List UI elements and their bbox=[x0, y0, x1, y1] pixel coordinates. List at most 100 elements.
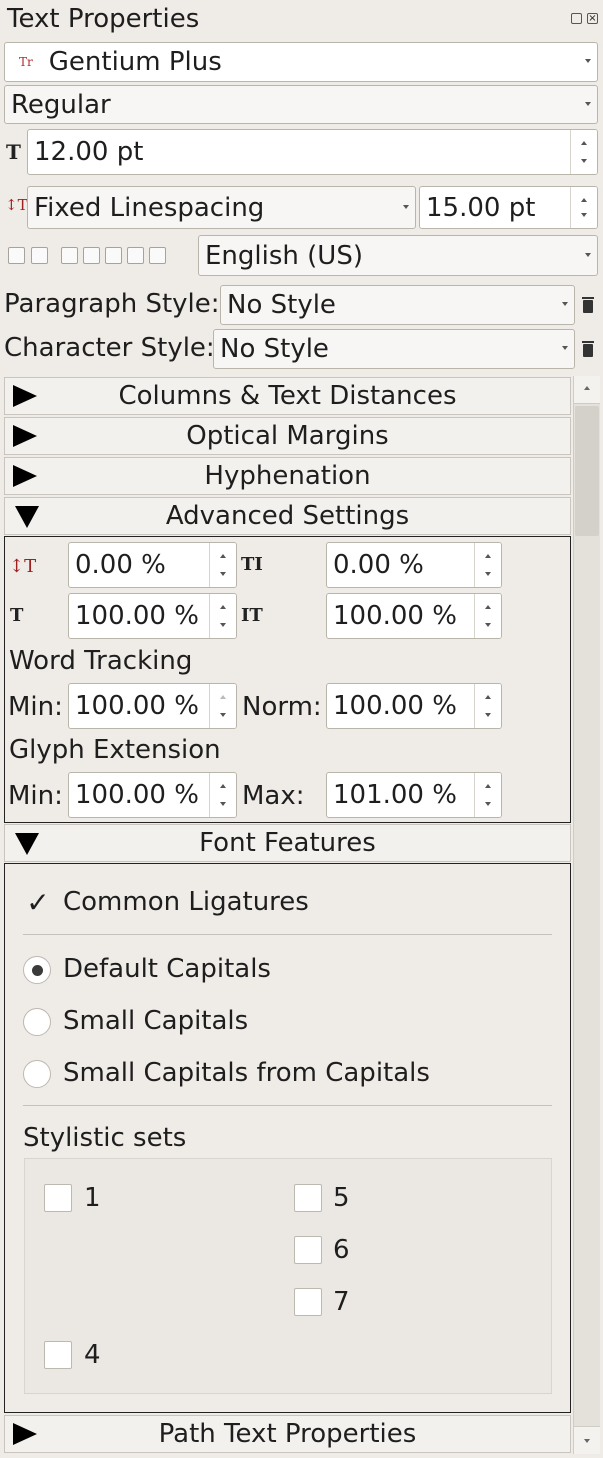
scale-width-input[interactable]: 100.00 % bbox=[68, 593, 237, 639]
collapse-arrow-icon bbox=[15, 506, 39, 528]
font-family-value: Gentium Plus bbox=[48, 47, 222, 77]
scale-height-icon: IT bbox=[241, 605, 263, 626]
linespacing-value: 15.00 pt bbox=[426, 192, 536, 223]
stylistic-set-1-checkbox[interactable] bbox=[44, 1184, 72, 1212]
font-features-section-title: Font Features bbox=[199, 828, 376, 858]
scrollbar[interactable] bbox=[573, 376, 600, 1454]
tracking-stepper[interactable] bbox=[474, 543, 501, 587]
chevron-down-icon bbox=[585, 59, 591, 63]
word-norm-label: Norm: bbox=[242, 692, 322, 722]
font-family-combo[interactable]: Tr Gentium Plus bbox=[4, 42, 598, 82]
scale-height-stepper[interactable] bbox=[474, 594, 501, 638]
font-size-input[interactable]: 12.00 pt bbox=[27, 129, 598, 175]
common-ligatures-checkbox[interactable]: ✓ bbox=[24, 889, 52, 917]
small-capitals-from-capitals-label: Small Capitals from Capitals bbox=[63, 1058, 430, 1088]
path-text-section-header[interactable]: Path Text Properties bbox=[4, 1415, 571, 1453]
baseline-offset-stepper[interactable] bbox=[209, 543, 236, 587]
font-size-value: 12.00 pt bbox=[34, 137, 144, 167]
font-size-stepper[interactable] bbox=[570, 130, 597, 174]
font-style-combo[interactable]: Regular bbox=[4, 85, 598, 124]
optical-section-header[interactable]: Optical Margins bbox=[4, 417, 571, 455]
scroll-down-arrow[interactable] bbox=[574, 1426, 600, 1454]
glyph-min-stepper[interactable] bbox=[209, 773, 236, 817]
scroll-thumb[interactable] bbox=[575, 406, 599, 536]
word-min-label: Min: bbox=[8, 692, 63, 722]
word-norm-input[interactable]: 100.00 % bbox=[326, 683, 502, 729]
stylistic-set-7-checkbox[interactable] bbox=[294, 1288, 322, 1316]
divider bbox=[23, 934, 552, 935]
word-norm-value: 100.00 % bbox=[333, 691, 457, 721]
scroll-up-arrow[interactable] bbox=[574, 376, 600, 404]
columns-section-header[interactable]: Columns & Text Distances bbox=[4, 377, 571, 415]
stylistic-set-4-checkbox[interactable] bbox=[44, 1341, 72, 1369]
word-min-stepper[interactable] bbox=[209, 684, 236, 728]
trash-icon[interactable] bbox=[582, 297, 594, 313]
float-icon[interactable] bbox=[571, 13, 582, 24]
linespacing-mode-value: Fixed Linespacing bbox=[34, 192, 265, 223]
align-forced-button[interactable] bbox=[149, 247, 166, 264]
paragraph-style-label: Paragraph Style: bbox=[4, 289, 220, 319]
align-center-button[interactable] bbox=[83, 247, 100, 264]
glyph-max-input[interactable]: 101.00 % bbox=[326, 772, 502, 818]
font-style-value: Regular bbox=[11, 89, 111, 120]
advanced-section-header[interactable]: Advanced Settings bbox=[4, 497, 571, 535]
word-min-value: 100.00 % bbox=[75, 691, 199, 721]
stylistic-set-5-checkbox[interactable] bbox=[294, 1184, 322, 1212]
hyphenation-section-title: Hyphenation bbox=[204, 461, 371, 491]
tracking-input[interactable]: 0.00 % bbox=[326, 542, 502, 588]
stylistic-set-6-label: 6 bbox=[333, 1235, 350, 1265]
character-style-combo[interactable]: No Style bbox=[213, 329, 575, 369]
font-features-section-header[interactable]: Font Features bbox=[4, 824, 571, 862]
stylistic-set-6-checkbox[interactable] bbox=[294, 1236, 322, 1264]
baseline-offset-value: 0.00 % bbox=[75, 550, 166, 580]
glyph-extension-title: Glyph Extension bbox=[9, 735, 221, 765]
linespacing-value-input[interactable]: 15.00 pt bbox=[419, 186, 598, 229]
glyph-min-input[interactable]: 100.00 % bbox=[68, 772, 237, 818]
scale-height-input[interactable]: 100.00 % bbox=[326, 593, 502, 639]
align-justify-button[interactable] bbox=[127, 247, 144, 264]
stylistic-set-7-label: 7 bbox=[333, 1287, 350, 1317]
expand-arrow-icon bbox=[13, 1423, 37, 1445]
glyph-min-label: Min: bbox=[8, 781, 63, 811]
glyph-max-stepper[interactable] bbox=[474, 773, 501, 817]
language-combo[interactable]: English (US) bbox=[198, 235, 598, 276]
hyphenation-section-header[interactable]: Hyphenation bbox=[4, 457, 571, 495]
glyph-max-value: 101.00 % bbox=[333, 780, 457, 810]
small-capitals-from-capitals-radio[interactable] bbox=[23, 1060, 51, 1088]
checkmark-icon: ✓ bbox=[26, 886, 50, 919]
expand-arrow-icon bbox=[13, 465, 37, 487]
chevron-down-icon bbox=[585, 252, 591, 257]
align-left-button[interactable] bbox=[61, 247, 78, 264]
small-capitals-radio[interactable] bbox=[23, 1008, 51, 1036]
optical-section-title: Optical Margins bbox=[186, 421, 389, 451]
close-icon[interactable]: × bbox=[587, 13, 598, 24]
word-min-input[interactable]: 100.00 % bbox=[68, 683, 237, 729]
linespacing-stepper[interactable] bbox=[570, 187, 597, 228]
baseline-offset-input[interactable]: 0.00 % bbox=[68, 542, 237, 588]
common-ligatures-label: Common Ligatures bbox=[63, 887, 309, 917]
rtl-direction-button[interactable] bbox=[31, 247, 48, 264]
word-norm-stepper[interactable] bbox=[474, 684, 501, 728]
scale-width-value: 100.00 % bbox=[75, 601, 199, 631]
linespacing-mode-combo[interactable]: Fixed Linespacing bbox=[27, 186, 416, 229]
scale-height-value: 100.00 % bbox=[333, 601, 457, 631]
language-value: English (US) bbox=[205, 240, 363, 271]
tracking-value: 0.00 % bbox=[333, 550, 424, 580]
baseline-offset-icon: ↕T bbox=[9, 556, 37, 577]
expand-arrow-icon bbox=[13, 385, 37, 407]
trash-icon[interactable] bbox=[582, 341, 594, 357]
paragraph-style-value: No Style bbox=[227, 290, 336, 320]
chevron-down-icon bbox=[562, 302, 568, 306]
paragraph-style-combo[interactable]: No Style bbox=[220, 285, 575, 325]
ltr-direction-button[interactable] bbox=[8, 247, 25, 264]
stylistic-set-1-label: 1 bbox=[84, 1183, 101, 1213]
scale-width-icon: T bbox=[10, 605, 24, 626]
expand-arrow-icon bbox=[13, 425, 37, 447]
word-tracking-title: Word Tracking bbox=[9, 646, 193, 676]
stylistic-sets-group bbox=[24, 1158, 552, 1394]
align-right-button[interactable] bbox=[105, 247, 122, 264]
scale-width-stepper[interactable] bbox=[209, 594, 236, 638]
default-capitals-radio[interactable] bbox=[23, 956, 51, 984]
font-size-icon: T bbox=[6, 140, 21, 164]
panel-title: Text Properties bbox=[7, 4, 200, 34]
